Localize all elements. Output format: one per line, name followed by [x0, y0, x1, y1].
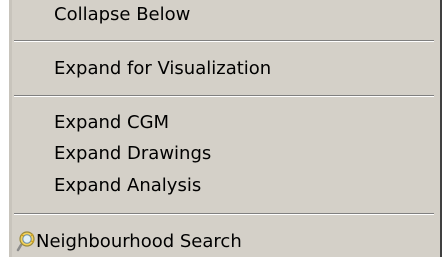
- menu-left-edge: [0, 0, 9, 257]
- menu-item-expand-drawings[interactable]: Expand Drawings: [54, 140, 211, 168]
- menu-item-neighbourhood-search[interactable]: Neighbourhood Search: [36, 228, 242, 256]
- menu-left-bevel: [9, 0, 12, 257]
- menu-separator: [14, 40, 434, 42]
- menu-item-collapse-below[interactable]: Collapse Below: [54, 1, 190, 29]
- menu-item-expand-analysis[interactable]: Expand Analysis: [54, 172, 201, 200]
- menu-item-expand-cgm[interactable]: Expand CGM: [54, 109, 169, 137]
- menu-item-expand-for-visualization[interactable]: Expand for Visualization: [54, 55, 271, 83]
- menu-separator: [14, 213, 434, 215]
- menu-separator: [14, 95, 434, 97]
- magnifier-search-icon: [16, 230, 38, 252]
- context-menu: Collapse Below Expand for Visualization …: [0, 0, 442, 257]
